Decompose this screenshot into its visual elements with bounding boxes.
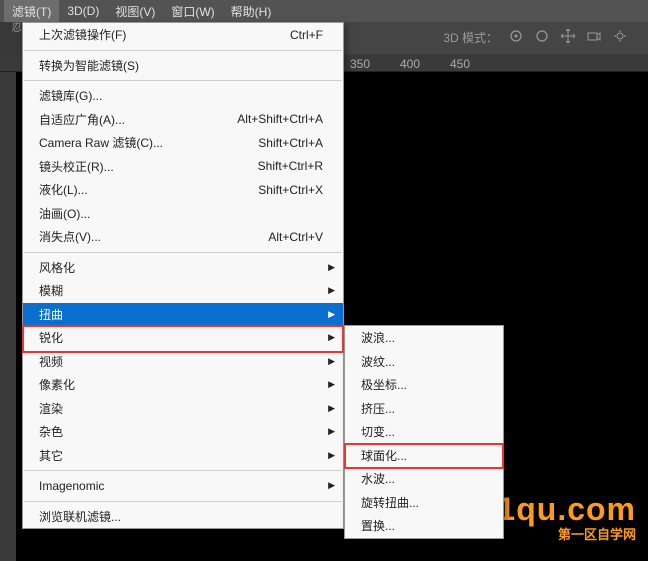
menu-item-label: 镜头校正(R)... (39, 158, 258, 175)
submenu-item-label: 球面化... (361, 447, 483, 464)
menu-item[interactable]: 渲染 (23, 397, 343, 421)
submenu-item[interactable]: 波纹... (345, 350, 503, 374)
menu-item[interactable]: 转换为智能滤镜(S) (23, 54, 343, 78)
ruler-tick: 450 (450, 57, 470, 71)
menu-item-shortcut: Shift+Ctrl+A (258, 136, 323, 150)
menu-filter[interactable]: 滤镜(T) (4, 0, 59, 23)
submenu-item-label: 挤压... (361, 400, 483, 417)
menu-item-label: 扭曲 (39, 306, 323, 323)
menu-item[interactable]: 扭曲 (23, 303, 343, 327)
submenu-item-label: 波浪... (361, 329, 483, 346)
ruler-vertical (0, 72, 16, 561)
menu-item-shortcut: Ctrl+F (290, 28, 323, 42)
light-icon[interactable] (612, 28, 628, 47)
menu-item-label: 杂色 (39, 423, 323, 440)
filter-menu: 上次滤镜操作(F)Ctrl+F 转换为智能滤镜(S) 滤镜库(G)... 自适应广角(… (22, 22, 344, 529)
ruler-tick: 400 (400, 57, 420, 71)
menubar: 滤镜(T) 3D(D) 视图(V) 窗口(W) 帮助(H) (0, 0, 648, 22)
menu-item[interactable]: 锐化 (23, 326, 343, 350)
menu-item-label: 像素化 (39, 376, 323, 393)
menu-item-label: Imagenomic (39, 479, 323, 493)
menu-item[interactable]: 镜头校正(R)...Shift+Ctrl+R (23, 155, 343, 179)
menu-item-shortcut: Shift+Ctrl+R (258, 159, 323, 173)
menu-item[interactable]: 液化(L)...Shift+Ctrl+X (23, 178, 343, 202)
pan-icon[interactable] (534, 28, 550, 47)
menu-item[interactable]: 其它 (23, 444, 343, 468)
menu-item[interactable]: 模糊 (23, 279, 343, 303)
mode-label: 3D 模式： (443, 29, 498, 46)
menu-item[interactable]: 消失点(V)...Alt+Ctrl+V (23, 225, 343, 249)
ruler-tick: 350 (350, 57, 370, 71)
submenu-item-label: 切变... (361, 423, 483, 440)
menu-item[interactable]: 油画(O)... (23, 202, 343, 226)
menu-item[interactable]: 滤镜库(G)... (23, 84, 343, 108)
menu-help[interactable]: 帮助(H) (223, 0, 280, 23)
menu-item-label: 上次滤镜操作(F) (39, 26, 290, 43)
menu-item-shortcut: Alt+Shift+Ctrl+A (237, 112, 323, 126)
menu-item-label: 转换为智能滤镜(S) (39, 57, 323, 74)
submenu-item[interactable]: 置换... (345, 514, 503, 538)
menu-window[interactable]: 窗口(W) (163, 0, 222, 23)
menu-item[interactable]: 浏览联机滤镜... (23, 505, 343, 529)
menu-view[interactable]: 视图(V) (107, 0, 163, 23)
menu-item[interactable]: 上次滤镜操作(F)Ctrl+F (23, 23, 343, 47)
menu-item-label: 模糊 (39, 282, 323, 299)
submenu-item-label: 极坐标... (361, 376, 483, 393)
submenu-item[interactable]: 极坐标... (345, 373, 503, 397)
menu-item-label: 消失点(V)... (39, 228, 268, 245)
menu-item-label: 滤镜库(G)... (39, 87, 323, 104)
submenu-item-label: 旋转扭曲... (361, 494, 483, 511)
menu-item[interactable]: 杂色 (23, 420, 343, 444)
menu-item-shortcut: Alt+Ctrl+V (268, 230, 323, 244)
menu-item-label: 油画(O)... (39, 205, 323, 222)
submenu-item[interactable]: 波浪... (345, 326, 503, 350)
menu-item[interactable]: 像素化 (23, 373, 343, 397)
menu-3d[interactable]: 3D(D) (59, 1, 107, 21)
menu-item[interactable]: 视频 (23, 350, 343, 374)
menu-item[interactable]: Camera Raw 滤镜(C)...Shift+Ctrl+A (23, 131, 343, 155)
submenu-item-label: 置换... (361, 517, 483, 534)
menu-item-label: 风格化 (39, 259, 323, 276)
submenu-item[interactable]: 旋转扭曲... (345, 491, 503, 515)
menu-item-label: 视频 (39, 353, 323, 370)
menu-item-shortcut: Shift+Ctrl+X (258, 183, 323, 197)
menu-item-label: 锐化 (39, 329, 323, 346)
submenu-item-label: 波纹... (361, 353, 483, 370)
submenu-item[interactable]: 挤压... (345, 397, 503, 421)
submenu-item[interactable]: 切变... (345, 420, 503, 444)
menu-item-label: 渲染 (39, 400, 323, 417)
menu-item[interactable]: Imagenomic (23, 474, 343, 498)
menu-item[interactable]: 自适应广角(A)...Alt+Shift+Ctrl+A (23, 108, 343, 132)
menu-item-label: Camera Raw 滤镜(C)... (39, 134, 258, 151)
menu-item-label: 自适应广角(A)... (39, 111, 237, 128)
menu-item-label: 液化(L)... (39, 181, 258, 198)
submenu-item-label: 水波... (361, 470, 483, 487)
submenu-item[interactable]: 水波... (345, 467, 503, 491)
menu-item-label: 其它 (39, 447, 323, 464)
camera-icon[interactable] (586, 28, 602, 47)
move-icon[interactable] (560, 28, 576, 47)
menu-item-label: 浏览联机滤镜... (39, 508, 323, 525)
menu-item[interactable]: 风格化 (23, 256, 343, 280)
orbit-icon[interactable] (508, 28, 524, 47)
submenu-item[interactable]: 球面化... (345, 444, 503, 468)
distort-submenu: 波浪... 波纹... 极坐标... 挤压... 切变... 球面化... 水波... 旋转扭… (344, 325, 504, 539)
